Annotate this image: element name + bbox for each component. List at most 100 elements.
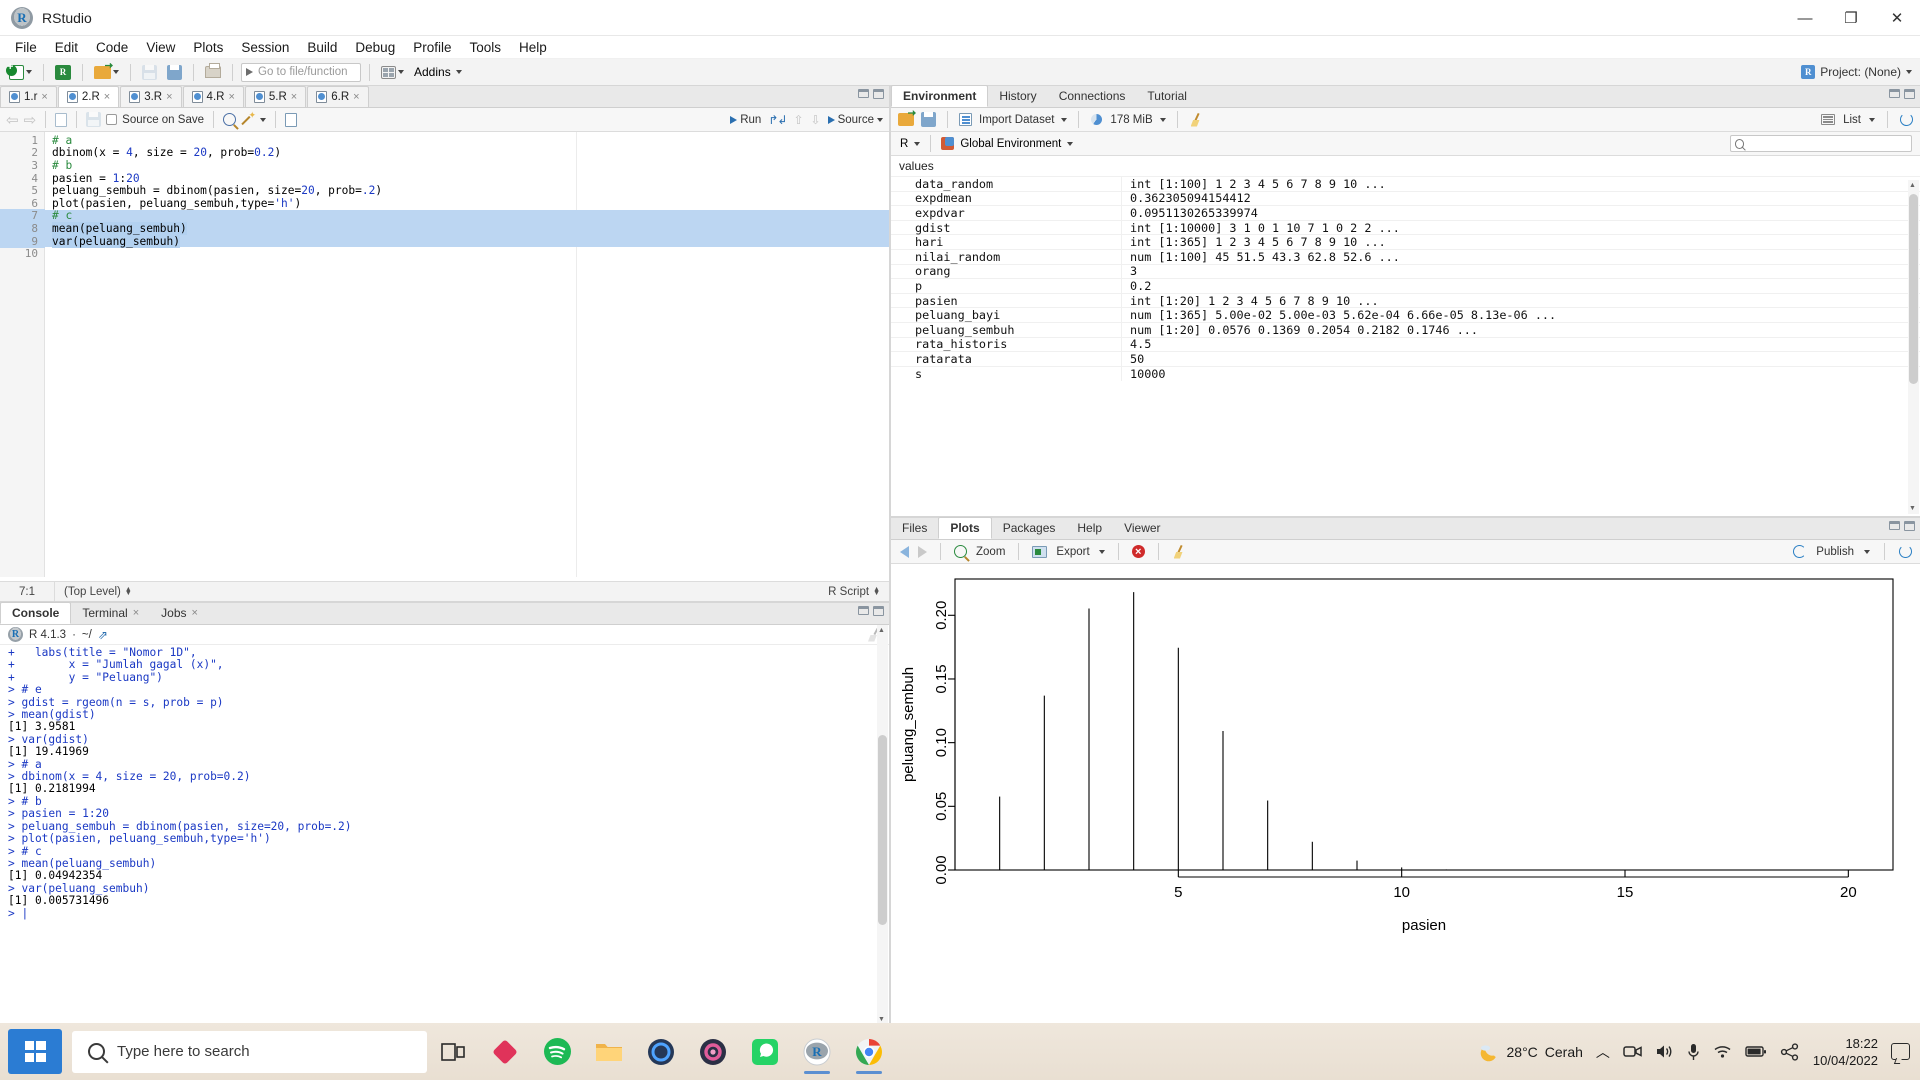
console-tab-console[interactable]: Console — [0, 602, 72, 624]
forward-arrow-icon[interactable]: ⇨ — [24, 111, 37, 129]
file-tab-3-r[interactable]: 3.R × — [120, 86, 182, 107]
clear-workspace-icon[interactable] — [1189, 113, 1203, 127]
file-tab-2-r[interactable]: 2.R × — [57, 86, 120, 107]
microphone-icon[interactable] — [1687, 1043, 1700, 1061]
taskbar[interactable]: Type here to search R 28°C Cerah ︿ 18:22… — [0, 1023, 1920, 1080]
chevron-down-icon[interactable] — [1067, 141, 1074, 146]
editor-toolbar[interactable]: ⇦ ⇨ Source on Save Run ↱↲ ⇧ ⇩ Source — [0, 108, 889, 132]
close-tab-icon[interactable]: × — [291, 91, 297, 103]
zoom-label[interactable]: Zoom — [976, 546, 1005, 558]
environment-scope-label[interactable]: Global Environment — [960, 138, 1061, 150]
source-button[interactable]: Source — [827, 114, 883, 126]
chevron-down-icon[interactable] — [914, 141, 921, 146]
chevron-down-icon[interactable] — [260, 117, 266, 122]
environment-row[interactable]: rata_historis 4.5 — [891, 336, 1920, 352]
close-tab-icon[interactable]: × — [104, 91, 110, 103]
rerun-icon[interactable]: ↱↲ — [768, 113, 787, 127]
new-project-button[interactable] — [52, 62, 74, 83]
environment-row[interactable]: hari int [1:365] 1 2 3 4 5 6 7 8 9 10 ... — [891, 234, 1920, 250]
environment-toolbar-right[interactable]: List — [1821, 111, 1913, 128]
environment-row[interactable]: pasien int [1:20] 1 2 3 4 5 6 7 8 9 10 ..… — [891, 292, 1920, 308]
maximize-pane-icon[interactable] — [1904, 521, 1915, 531]
show-doc-outline-icon[interactable] — [55, 112, 68, 127]
volume-icon[interactable] — [1655, 1043, 1674, 1060]
weather-widget[interactable]: 28°C Cerah — [1478, 1041, 1583, 1063]
plots-tab-plots[interactable]: Plots — [938, 517, 992, 539]
menu-build[interactable]: Build — [298, 38, 346, 57]
environment-row[interactable]: expdmean 0.362305094154412 — [891, 190, 1920, 206]
menu-help[interactable]: Help — [510, 38, 556, 57]
chevron-down-icon[interactable] — [455, 70, 462, 74]
close-button[interactable]: ✕ — [1874, 0, 1920, 36]
export-label[interactable]: Export — [1056, 546, 1089, 558]
new-file-button[interactable] — [6, 61, 35, 83]
env-tab-tutorial[interactable]: Tutorial — [1136, 85, 1198, 107]
compile-report-icon[interactable] — [285, 112, 297, 127]
scroll-down-icon[interactable]: ▼ — [1907, 503, 1918, 514]
plots-tab-help[interactable]: Help — [1066, 517, 1113, 539]
find-replace-icon[interactable] — [223, 113, 236, 126]
app-explorer-button[interactable] — [583, 1028, 635, 1076]
app-rstudio-button[interactable]: R — [791, 1028, 843, 1076]
code-line[interactable]: 5 peluang_sembuh = dbinom(pasien, size=20… — [0, 184, 889, 197]
camera-icon[interactable] — [1623, 1043, 1642, 1060]
environment-scroll-thumb[interactable] — [1909, 194, 1918, 384]
chevron-down-icon[interactable] — [1869, 117, 1875, 122]
environment-scope-bar[interactable]: R Global Environment — [891, 132, 1920, 156]
scroll-up-icon[interactable]: ▲ — [876, 625, 887, 636]
project-selector[interactable]: Project: (None) — [1801, 65, 1912, 79]
maximize-button[interactable]: ❐ — [1828, 0, 1874, 36]
app-diamond-button[interactable] — [479, 1028, 531, 1076]
code-line[interactable]: 4 pasien = 1:20 — [0, 172, 889, 185]
close-tab-icon[interactable]: × — [41, 91, 47, 103]
maximize-pane-icon[interactable] — [873, 606, 884, 616]
code-line[interactable]: 8 mean(peluang_sembuh) — [0, 221, 889, 235]
chevron-down-icon[interactable] — [877, 117, 883, 122]
save-workspace-icon[interactable] — [921, 112, 936, 127]
window-controls[interactable]: — ❐ ✕ — [1782, 0, 1920, 36]
environment-pane-controls[interactable] — [1889, 89, 1915, 99]
environment-row[interactable]: ratarata 50 — [891, 351, 1920, 366]
filetype-updown-icon[interactable]: ▲ ▼ — [873, 586, 880, 597]
language-label[interactable]: R — [900, 138, 908, 150]
file-tab-4-r[interactable]: 4.R × — [182, 86, 244, 107]
chevron-down-icon[interactable] — [398, 70, 404, 74]
code-line[interactable]: 9 var(peluang_sembuh) — [0, 234, 889, 248]
menu-file[interactable]: File — [6, 38, 46, 57]
chevron-down-icon[interactable] — [1098, 549, 1105, 554]
taskbar-search-input[interactable]: Type here to search — [72, 1030, 427, 1073]
maximize-pane-icon[interactable] — [1904, 89, 1915, 99]
editor-toolbar-right[interactable]: Run ↱↲ ⇧ ⇩ Source — [730, 113, 883, 127]
battery-icon[interactable] — [1745, 1045, 1767, 1058]
environment-rows[interactable]: data_random int [1:100] 1 2 3 4 5 6 7 8 9… — [891, 176, 1920, 381]
code-editor[interactable]: 1 # a 2 dbinom(x = 4, size = 20, prob=0.2) 3… — [0, 132, 889, 577]
previous-plot-icon[interactable] — [900, 545, 909, 558]
zoom-icon[interactable] — [954, 545, 967, 558]
list-view-icon[interactable] — [1821, 114, 1836, 125]
app-photos-button[interactable] — [687, 1028, 739, 1076]
chevron-down-icon[interactable] — [26, 70, 32, 74]
code-line[interactable]: 2 dbinom(x = 4, size = 20, prob=0.2) — [0, 146, 889, 159]
export-icon[interactable] — [1032, 545, 1048, 558]
code-lines[interactable]: 1 # a 2 dbinom(x = 4, size = 20, prob=0.2) 3… — [0, 132, 889, 260]
close-tab-icon[interactable]: × — [166, 91, 172, 103]
close-tab-icon[interactable]: × — [353, 91, 359, 103]
menu-view[interactable]: View — [137, 38, 184, 57]
source-on-save-checkbox[interactable] — [106, 114, 118, 125]
console-output[interactable]: + labs(title = "Nomor 1D", + x = "Jumlah … — [0, 645, 889, 997]
pane-layout-button[interactable] — [378, 62, 407, 83]
scroll-up-icon[interactable]: ▲ — [1907, 180, 1918, 191]
menu-plots[interactable]: Plots — [184, 38, 232, 57]
memory-usage-icon[interactable] — [1090, 113, 1103, 126]
code-line[interactable]: 3 # b — [0, 159, 889, 172]
publish-label[interactable]: Publish — [1816, 546, 1854, 558]
open-working-dir-icon[interactable]: ⇗ — [98, 628, 108, 642]
system-tray[interactable]: 28°C Cerah ︿ 18:22 10/04/2022 — [1478, 1035, 1920, 1069]
env-tab-history[interactable]: History — [988, 85, 1047, 107]
app-whatsapp-button[interactable] — [739, 1028, 791, 1076]
console-tabstrip[interactable]: Console Terminal × Jobs × — [0, 602, 889, 625]
chevron-down-icon[interactable] — [113, 70, 119, 74]
environment-search-field[interactable] — [1748, 137, 1907, 150]
source-tabstrip[interactable]: 1.r × 2.R × 3.R × 4.R × 5.R × 6.R × — [0, 86, 889, 108]
menu-edit[interactable]: Edit — [46, 38, 87, 57]
